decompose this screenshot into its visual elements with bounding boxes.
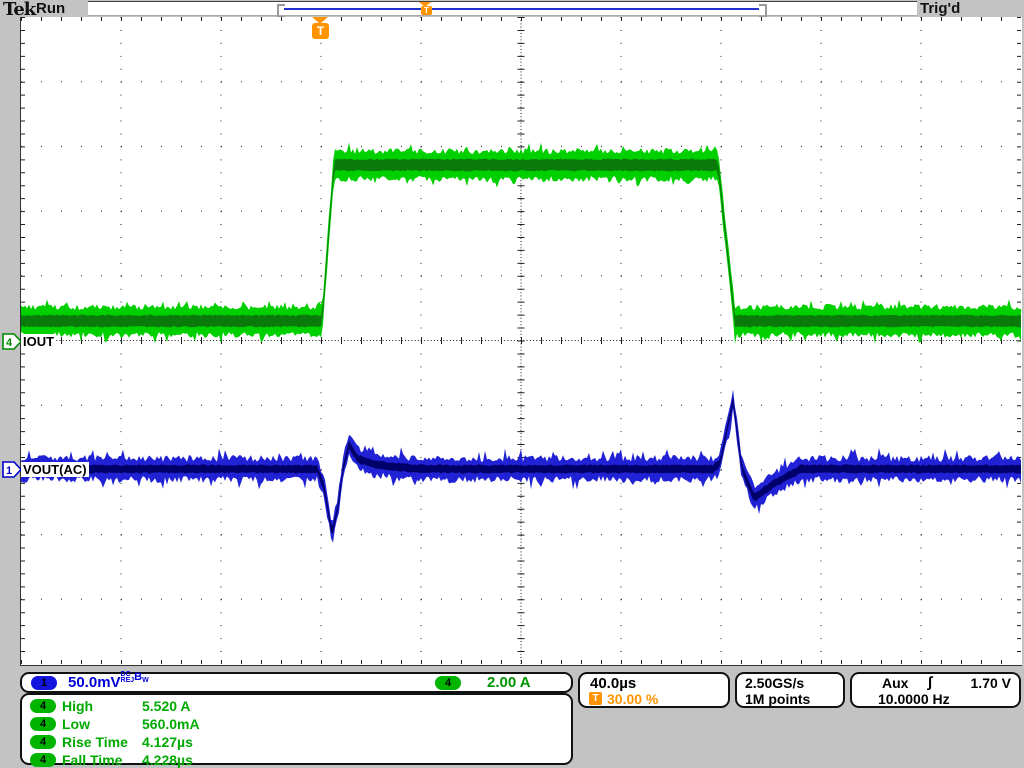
timebase-readout: 40.0µs	[590, 675, 636, 692]
channel-scale-readout-box[interactable]: 1 50.0mVDCREJBW 4 2.00 A	[20, 672, 573, 693]
acquisition-readout-box[interactable]: 2.50GS/s 1M points	[735, 672, 845, 708]
measurement-value: 560.0mA	[142, 716, 200, 732]
trigger-status: Trig'd	[920, 0, 960, 17]
oscilloscope-screen: Tek Run T Trig'd T 4 1 IOUT VOUT(AC) 1 5…	[0, 0, 1024, 768]
channel1-scale-readout: 50.0mVDCREJBW	[68, 674, 149, 691]
channel4-badge[interactable]: 4	[435, 676, 461, 690]
channel4-reference-marker-icon[interactable]: 4	[2, 333, 22, 350]
record-view-strip[interactable]: T	[88, 1, 917, 16]
measurement-name: Rise Time	[62, 734, 128, 750]
measurements-panel[interactable]: 4 High 5.520 A 4 Low 560.0mA 4 Rise Time…	[20, 693, 573, 765]
channel4-badge: 4	[30, 699, 56, 713]
record-length-readout: 1M points	[745, 691, 810, 707]
measurement-row: 4 High 5.520 A	[22, 698, 571, 715]
waveform-canvas	[21, 17, 1021, 664]
channel4-badge: 4	[30, 717, 56, 731]
measurement-value: 4.228µs	[142, 752, 193, 768]
channel1-waveform-label: VOUT(AC)	[21, 462, 89, 477]
trigger-position-marker[interactable]: T	[312, 23, 329, 39]
measurement-value: 5.520 A	[142, 698, 191, 714]
channel1-badge[interactable]: 1	[31, 676, 57, 690]
record-trigger-marker-icon: T	[421, 6, 432, 15]
measurement-row: 4 Low 560.0mA	[22, 716, 571, 733]
record-window-right-bracket	[759, 4, 767, 18]
trigger-source-readout: Aux	[882, 675, 908, 691]
channel4-badge: 4	[30, 735, 56, 749]
channel4-scale-readout: 2.00 A	[487, 674, 531, 691]
measurement-row: 4 Rise Time 4.127µs	[22, 734, 571, 751]
trigger-level-readout: 1.70 V	[971, 675, 1011, 691]
svg-text:1: 1	[6, 465, 12, 477]
measurement-name: Fall Time	[62, 752, 122, 768]
record-window-left-bracket	[277, 4, 285, 18]
trigger-readout-box[interactable]: Aux ∫ 1.70 V 10.0000 Hz	[850, 672, 1021, 708]
trigger-position-readout: 30.00 %	[607, 691, 658, 707]
graticule	[20, 17, 1022, 666]
record-line	[284, 8, 759, 10]
measurement-row: 4 Fall Time 4.228µs	[22, 752, 571, 768]
trigger-slope-icon: ∫	[928, 674, 932, 691]
acquisition-status: Run	[36, 0, 65, 17]
horizontal-readout-box[interactable]: 40.0µs T 30.00 %	[578, 672, 730, 708]
trigger-frequency-readout: 10.0000 Hz	[878, 691, 950, 707]
channel4-badge: 4	[30, 753, 56, 767]
measurement-name: High	[62, 698, 93, 714]
channel1-reference-marker-icon[interactable]: 1	[2, 461, 22, 478]
svg-text:4: 4	[6, 337, 13, 349]
channel4-waveform-label: IOUT	[21, 334, 56, 349]
sample-rate-readout: 2.50GS/s	[745, 675, 804, 691]
trigger-badge-icon: T	[589, 692, 602, 705]
measurement-name: Low	[62, 716, 90, 732]
measurement-value: 4.127µs	[142, 734, 193, 750]
